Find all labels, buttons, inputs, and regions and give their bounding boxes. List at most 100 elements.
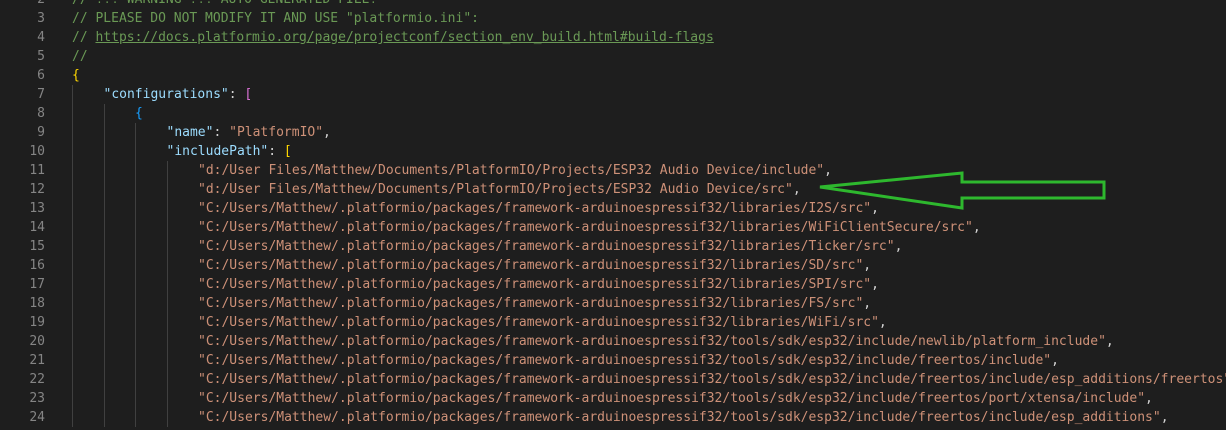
code-text: "C:/Users/Matthew/.platformio/packages/f…: [198, 275, 879, 294]
code-token: //: [72, 49, 88, 64]
indent-guide: [166, 256, 168, 275]
indent-guide: [72, 199, 73, 218]
code-editor[interactable]: 2 // !!! WARNING !!! AUTO-GENERATED FILE!…: [0, 0, 1226, 430]
code-token: ,: [1145, 391, 1153, 406]
code-line[interactable]: 21 "C:/Users/Matthew/.platformio/packages…: [0, 351, 1226, 370]
line-number: 8: [37, 106, 45, 121]
indent-guide: [135, 237, 136, 256]
line-number: 20: [29, 334, 45, 349]
code-line[interactable]: 7 "configurations": [: [0, 85, 1226, 104]
code-line[interactable]: 14 "C:/Users/Matthew/.platformio/packages…: [0, 218, 1226, 237]
indent-guide: [72, 313, 73, 332]
code-text: "C:/Users/Matthew/.platformio/packages/f…: [198, 332, 1114, 351]
code-text: // !!! WARNING !!! AUTO-GENERATED FILE!: [72, 0, 377, 9]
code-text: "includePath": [: [167, 142, 292, 161]
indent-guide: [135, 142, 136, 161]
indent-guide: [103, 351, 105, 370]
code-line[interactable]: 6{: [0, 66, 1226, 85]
code-line[interactable]: 17 "C:/Users/Matthew/.platformio/packages…: [0, 275, 1226, 294]
code-token: "C:/Users/Matthew/.platformio/packages/f…: [198, 410, 1161, 425]
code-token: "C:/Users/Matthew/.platformio/packages/f…: [198, 353, 1052, 368]
code-token: ,: [894, 239, 903, 254]
indent-guide: [72, 332, 73, 351]
url-link[interactable]: https://docs.platformio.org/page/project…: [95, 30, 713, 45]
code-text: "C:/Users/Matthew/.platformio/packages/f…: [198, 389, 1153, 408]
code-token: "C:/Users/Matthew/.platformio/packages/f…: [198, 296, 864, 311]
indent-guide: [103, 199, 105, 218]
code-token: "PlatformIO": [229, 125, 324, 140]
code-line[interactable]: 4 // https://docs.platformio.org/page/pro…: [0, 28, 1226, 47]
line-number: 14: [29, 220, 45, 235]
line-number: 7: [37, 87, 45, 102]
code-line[interactable]: 10 "includePath": [: [0, 142, 1226, 161]
indent-guide: [135, 351, 136, 370]
indent-guide: [166, 332, 168, 351]
code-text: "C:/Users/Matthew/.platformio/packages/f…: [198, 256, 871, 275]
line-number: 5: [37, 49, 45, 64]
code-token: "C:/Users/Matthew/.platformio/packages/f…: [198, 201, 872, 216]
code-token: ,: [878, 315, 887, 330]
code-line[interactable]: 9 "name": "PlatformIO",: [0, 123, 1226, 142]
code-text: "configurations": [: [104, 85, 253, 104]
code-token: :: [213, 125, 230, 140]
indent-guide: [103, 104, 105, 123]
indent-guide: [135, 294, 136, 313]
indent-guide: [103, 408, 105, 427]
code-line[interactable]: 8{: [0, 104, 1226, 123]
indent-guide: [72, 161, 73, 180]
code-token: ,: [1160, 410, 1169, 425]
indent-guide: [103, 256, 105, 275]
code-line[interactable]: 22 "C:/Users/Matthew/.platformio/packages…: [0, 370, 1226, 389]
code-line[interactable]: 11 "d:/User Files/Matthew/Documents/Platf…: [0, 161, 1226, 180]
code-line[interactable]: 20 "C:/Users/Matthew/.platformio/packages…: [0, 332, 1226, 351]
code-line[interactable]: 2 // !!! WARNING !!! AUTO-GENERATED FILE!: [0, 0, 1226, 9]
code-token: "name": [166, 125, 214, 140]
code-line[interactable]: 3 // PLEASE DO NOT MODIFY IT AND USE "pla…: [0, 9, 1226, 28]
indent-guide: [166, 313, 168, 332]
code-token: ,: [871, 201, 879, 216]
code-token: :: [228, 87, 245, 102]
indent-guide: [103, 294, 105, 313]
indent-guide: [72, 104, 73, 123]
code-token: "includePath": [166, 144, 269, 159]
code-token: {: [135, 106, 143, 121]
code-line[interactable]: 24 "C:/Users/Matthew/.platformio/packages…: [0, 408, 1226, 427]
line-number: 22: [29, 372, 45, 387]
code-line[interactable]: 19 "C:/Users/Matthew/.platformio/packages…: [0, 313, 1226, 332]
indent-guide: [166, 389, 168, 408]
indent-guide: [72, 237, 73, 256]
code-token: ,: [863, 296, 872, 311]
code-line[interactable]: 18 "C:/Users/Matthew/.platformio/packages…: [0, 294, 1226, 313]
code-token: "C:/Users/Matthew/.platformio/packages/f…: [198, 258, 864, 273]
code-token: ,: [972, 220, 981, 235]
indent-guide: [166, 161, 168, 180]
code-token: ,: [1105, 334, 1114, 349]
indent-guide: [103, 275, 105, 294]
indent-guide: [72, 408, 73, 427]
indent-guide: [135, 199, 136, 218]
code-text: {: [135, 104, 143, 123]
indent-guide: [72, 85, 73, 104]
code-line[interactable]: 5 //: [0, 47, 1226, 66]
code-line[interactable]: 23 "C:/Users/Matthew/.platformio/packages…: [0, 389, 1226, 408]
indent-guide: [135, 123, 136, 142]
indent-guide: [72, 142, 73, 161]
indent-guide: [103, 370, 105, 389]
code-text: //: [72, 47, 88, 66]
code-line[interactable]: 16 "C:/Users/Matthew/.platformio/packages…: [0, 256, 1226, 275]
code-line[interactable]: 13 "C:/Users/Matthew/.platformio/packages…: [0, 199, 1226, 218]
indent-guide: [166, 199, 168, 218]
line-number: 10: [29, 144, 45, 159]
code-text: // PLEASE DO NOT MODIFY IT AND USE "plat…: [72, 9, 479, 28]
indent-guide: [103, 142, 105, 161]
line-number: 11: [29, 163, 45, 178]
indent-guide: [72, 218, 73, 237]
indent-guide: [135, 275, 136, 294]
code-line[interactable]: 12 "d:/User Files/Matthew/Documents/Platf…: [0, 180, 1226, 199]
indent-guide: [103, 161, 105, 180]
indent-guide: [103, 313, 105, 332]
indent-guide: [166, 275, 168, 294]
code-line[interactable]: 15 "C:/Users/Matthew/.platformio/packages…: [0, 237, 1226, 256]
code-text: "d:/User Files/Matthew/Documents/Platfor…: [198, 180, 801, 199]
code-token: "C:/Users/Matthew/.platformio/packages/f…: [198, 220, 973, 235]
